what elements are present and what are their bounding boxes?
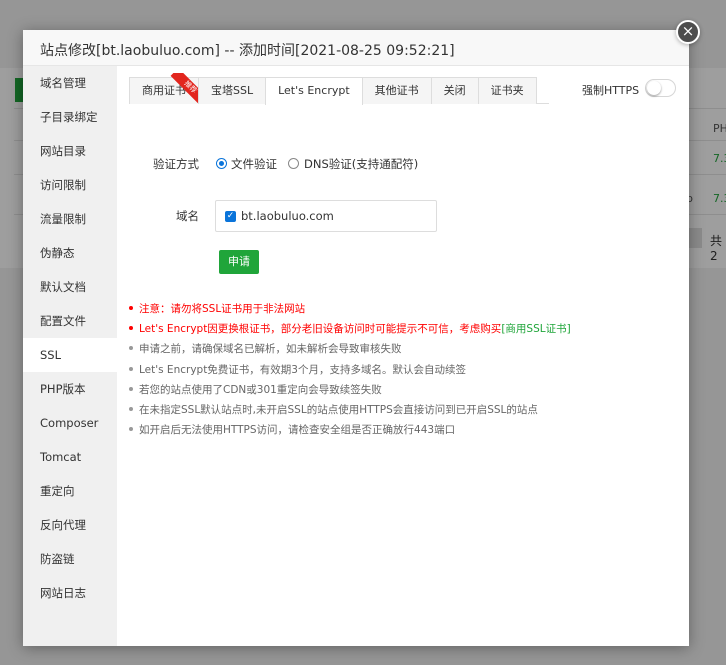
site-edit-modal: 站点修改[bt.laobuluo.com] -- 添加时间[2021-08-25… <box>23 30 689 646</box>
sidebar-item-access-limit[interactable]: 访问限制 <box>23 168 117 202</box>
sidebar-item-composer[interactable]: Composer <box>23 406 117 440</box>
sidebar-item-site-log[interactable]: 网站日志 <box>23 576 117 610</box>
tab-commercial-cert[interactable]: 商用证书 推荐 <box>129 73 200 104</box>
tab-lets-encrypt[interactable]: Let's Encrypt <box>265 77 363 105</box>
note-text: Let's Encrypt因更换根证书，部分老旧设备访问时可能提示不可信，考虑购… <box>139 323 502 336</box>
tab-close[interactable]: 关闭 <box>430 77 479 104</box>
sidebar-item-tomcat[interactable]: Tomcat <box>23 440 117 474</box>
tab-other-cert[interactable]: 其他证书 <box>361 77 432 104</box>
note-text: 如开启后无法使用HTTPS访问，请检查安全组是否正确放行443端口 <box>139 424 456 437</box>
file-verify-label[interactable]: 文件验证 <box>231 156 277 172</box>
note-item: 若您的站点使用了CDN或301重定向会导致续签失败 <box>129 380 679 400</box>
note-text: Let's Encrypt免费证书，有效期3个月，支持多域名。默认会自动续签 <box>139 363 466 376</box>
force-https-toggle[interactable] <box>645 79 676 97</box>
verify-method-label: 验证方式 <box>153 157 199 171</box>
modal-title: 站点修改[bt.laobuluo.com] -- 添加时间[2021-08-25… <box>23 30 689 66</box>
note-text: 若您的站点使用了CDN或301重定向会导致续签失败 <box>139 383 382 396</box>
sidebar-item-redirect[interactable]: 重定向 <box>23 474 117 508</box>
commercial-ssl-link[interactable]: [商用SSL证书] <box>501 323 570 335</box>
ssl-tabs: 商用证书 推荐 宝塔SSL Let's Encrypt 其他证书 关闭 证书夹 <box>129 73 549 105</box>
notes-list: 注意：请勿将SSL证书用于非法网站 Let's Encrypt因更换根证书，部分… <box>129 299 679 440</box>
note-text: 注意：请勿将SSL证书用于非法网站 <box>139 303 306 315</box>
toggle-knob <box>647 81 661 95</box>
tab-baota-ssl[interactable]: 宝塔SSL <box>198 77 267 104</box>
apply-button[interactable]: 申请 <box>219 250 259 274</box>
bullet-icon <box>129 346 133 351</box>
note-text: 在未指定SSL默认站点时,未开启SSL的站点使用HTTPS会直接访问到已开启SS… <box>139 403 538 416</box>
sidebar-item-rewrite[interactable]: 伪静态 <box>23 236 117 270</box>
bullet-icon <box>129 427 133 432</box>
sidebar-item-hotlink-protection[interactable]: 防盗链 <box>23 542 117 576</box>
sidebar-item-traffic-limit[interactable]: 流量限制 <box>23 202 117 236</box>
sidebar-item-reverse-proxy[interactable]: 反向代理 <box>23 508 117 542</box>
close-icon[interactable]: × <box>676 20 700 44</box>
note-item: Let's Encrypt免费证书，有效期3个月，支持多域名。默认会自动续签 <box>129 360 679 380</box>
sidebar-item-config-file[interactable]: 配置文件 <box>23 304 117 338</box>
domain-list: ✓ bt.laobuluo.com <box>215 200 437 232</box>
dns-verify-label[interactable]: DNS验证(支持通配符) <box>304 156 418 172</box>
sidebar-item-site-directory[interactable]: 网站目录 <box>23 134 117 168</box>
bullet-icon <box>129 306 133 310</box>
recommend-ribbon-text: 推荐 <box>170 73 200 103</box>
tab-cert-folder[interactable]: 证书夹 <box>477 77 537 104</box>
sidebar-item-subdir-binding[interactable]: 子目录绑定 <box>23 100 117 134</box>
recommend-ribbon: 推荐 <box>170 73 200 103</box>
note-text: 申请之前，请确保域名已解析，如未解析会导致审核失败 <box>139 343 402 356</box>
sidebar-item-ssl[interactable]: SSL <box>23 338 117 372</box>
dns-verify-radio[interactable] <box>288 158 299 169</box>
sidebar-item-domain[interactable]: 域名管理 <box>23 66 117 100</box>
file-verify-radio[interactable] <box>216 158 227 169</box>
note-item: 如开启后无法使用HTTPS访问，请检查安全组是否正确放行443端口 <box>129 420 679 440</box>
bullet-icon <box>129 386 133 391</box>
domain-item[interactable]: bt.laobuluo.com <box>241 209 334 223</box>
ssl-panel: 商用证书 推荐 宝塔SSL Let's Encrypt 其他证书 关闭 证书夹 … <box>117 66 689 646</box>
sidebar-item-default-doc[interactable]: 默认文档 <box>23 270 117 304</box>
note-item: Let's Encrypt因更换根证书，部分老旧设备访问时可能提示不可信，考虑购… <box>129 319 679 339</box>
bullet-icon <box>129 406 133 411</box>
note-item: 申请之前，请确保域名已解析，如未解析会导致审核失败 <box>129 339 679 359</box>
force-https-label: 强制HTTPS <box>582 84 640 97</box>
modal-sidebar: 域名管理 子目录绑定 网站目录 访问限制 流量限制 伪静态 默认文档 配置文件 … <box>23 66 117 646</box>
bullet-icon <box>129 326 133 331</box>
sidebar-item-php-version[interactable]: PHP版本 <box>23 372 117 406</box>
note-item: 注意：请勿将SSL证书用于非法网站 <box>129 299 679 319</box>
note-item: 在未指定SSL默认站点时,未开启SSL的站点使用HTTPS会直接访问到已开启SS… <box>129 400 679 420</box>
bullet-icon <box>129 366 133 371</box>
domain-label: 域名 <box>176 209 199 223</box>
domain-checkbox[interactable]: ✓ <box>225 211 236 222</box>
